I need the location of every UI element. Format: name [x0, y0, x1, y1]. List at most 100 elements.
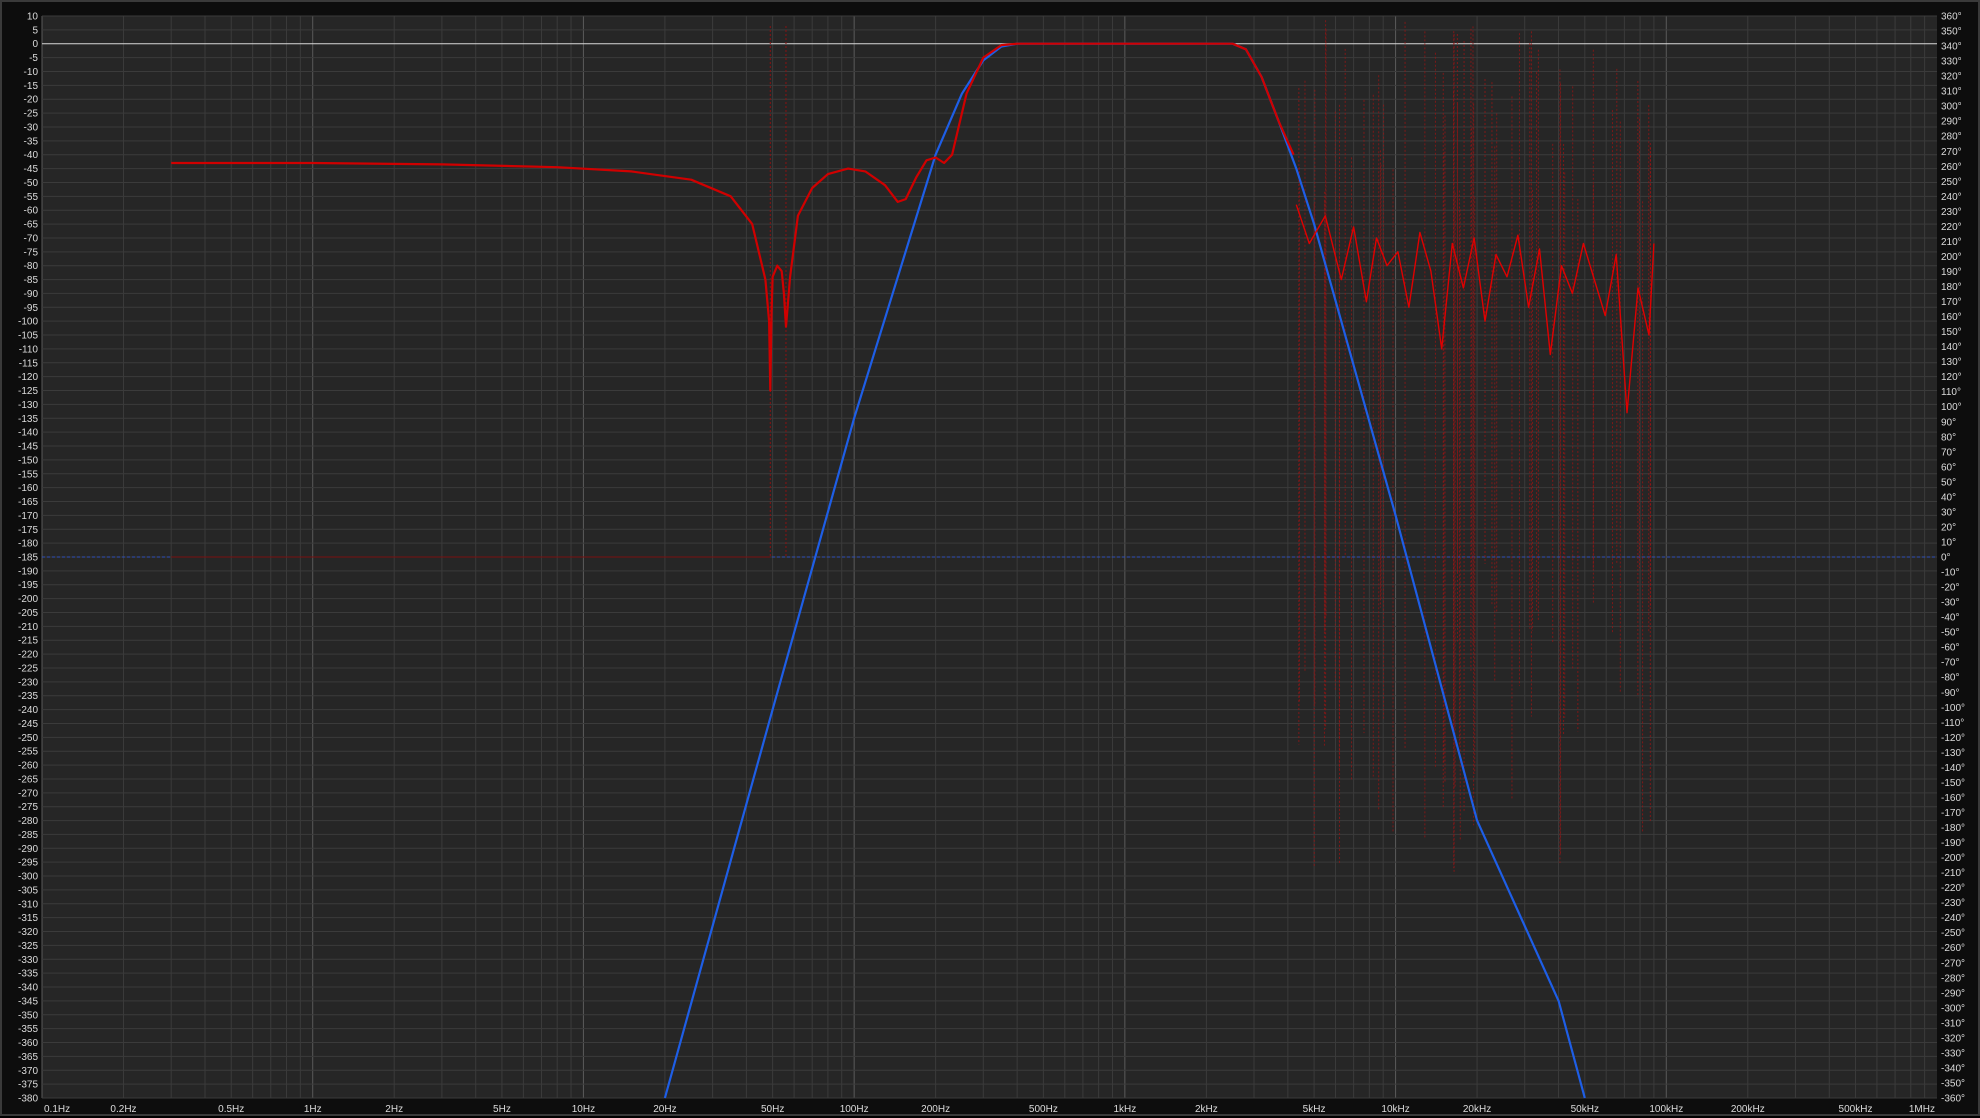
y-tick-label: -75 — [24, 247, 39, 258]
y2-tick-label: -190° — [1941, 838, 1965, 849]
y-tick-label: -250 — [18, 733, 38, 744]
y-tick-label: -105 — [18, 331, 38, 342]
x-tick-label: 20kHz — [1463, 1104, 1491, 1115]
x-tick-label: 5kHz — [1303, 1104, 1326, 1115]
y-tick-label: -270 — [18, 788, 38, 799]
y-axis-left: 10 5 0 -5 -10 -15 -20 -25 -30 -35 -40 -45 -50 -55 -60 -… — [18, 12, 38, 1105]
y2-tick-label: -20° — [1941, 583, 1959, 594]
x-tick-label: 1Hz — [304, 1104, 322, 1115]
x-tick-label: 0.5Hz — [218, 1104, 244, 1115]
y-tick-label: -350 — [18, 1010, 38, 1021]
x-tick-label: 50kHz — [1571, 1104, 1599, 1115]
y2-tick-label: 360° — [1941, 12, 1962, 23]
y-tick-label: -60 — [24, 206, 39, 217]
y2-tick-label: 180° — [1941, 282, 1962, 293]
y2-tick-label: 310° — [1941, 87, 1962, 98]
y2-tick-label: 240° — [1941, 192, 1962, 203]
y-tick-label: -300 — [18, 872, 38, 883]
y-tick-label: -55 — [24, 192, 39, 203]
y2-tick-label: -170° — [1941, 808, 1965, 819]
y2-tick-label: 320° — [1941, 72, 1962, 83]
y2-tick-label: 30° — [1941, 507, 1956, 518]
y-tick-label: -135 — [18, 414, 38, 425]
y-tick-label: -305 — [18, 885, 38, 896]
y2-tick-label: 130° — [1941, 357, 1962, 368]
y-tick-label: -235 — [18, 691, 38, 702]
y-tick-label: -95 — [24, 303, 39, 314]
y-tick-label: -115 — [19, 358, 39, 369]
y2-tick-label: -310° — [1941, 1018, 1965, 1029]
y-tick-label: -170 — [18, 511, 38, 522]
y2-tick-label: -330° — [1941, 1048, 1965, 1059]
y2-tick-label: -160° — [1941, 793, 1965, 804]
y2-tick-label: 120° — [1941, 372, 1962, 383]
y-tick-label: -295 — [18, 858, 38, 869]
y-tick-label: -275 — [18, 802, 38, 813]
y-tick-label: -365 — [18, 1052, 38, 1063]
y-tick-label: -15 — [24, 81, 39, 92]
y-tick-label: -260 — [18, 761, 38, 772]
y-tick-label: -210 — [18, 622, 38, 633]
x-axis: 0.1Hz 0.2Hz 0.5Hz 1Hz 2Hz 5Hz 10Hz 20Hz 50Hz 100H… — [44, 1104, 1935, 1115]
x-tick-label: 100kHz — [1649, 1104, 1683, 1115]
y2-tick-label: 40° — [1941, 492, 1956, 503]
y2-tick-label: 80° — [1941, 432, 1956, 443]
y2-tick-label: -220° — [1941, 883, 1965, 894]
y2-tick-label: 300° — [1941, 102, 1962, 113]
y-tick-label: -325 — [18, 941, 38, 952]
y-tick-label: -380 — [18, 1094, 38, 1105]
y-tick-label: -125 — [18, 386, 38, 397]
y-tick-label: -140 — [18, 428, 38, 439]
y-tick-label: -200 — [18, 594, 38, 605]
y-tick-label: -100 — [18, 317, 38, 328]
frequency-response-chart: 10 5 0 -5 -10 -15 -20 -25 -30 -35 -40 -45 -50 -55 -60 -… — [18, 12, 1965, 1116]
y-tick-label: -330 — [18, 955, 38, 966]
y2-tick-label: -360° — [1941, 1094, 1965, 1105]
y-tick-label: -220 — [18, 650, 38, 661]
y2-tick-label: -250° — [1941, 928, 1965, 939]
y2-tick-label: 190° — [1941, 267, 1962, 278]
y2-tick-label: 20° — [1941, 522, 1956, 533]
y-tick-label: -180 — [18, 539, 38, 550]
y2-tick-label: 60° — [1941, 462, 1956, 473]
y2-tick-label: 170° — [1941, 297, 1962, 308]
y-tick-label: -310 — [18, 899, 38, 910]
x-tick-label: 200Hz — [921, 1104, 950, 1115]
y-tick-label: -25 — [24, 109, 39, 120]
y-tick-label: -190 — [18, 566, 38, 577]
y2-tick-label: -70° — [1941, 658, 1959, 669]
y-tick-label: -320 — [18, 927, 38, 938]
y-tick-label: -120 — [18, 372, 38, 383]
y2-tick-label: -60° — [1941, 643, 1959, 654]
y2-tick-label: 290° — [1941, 117, 1962, 128]
y2-tick-label: 350° — [1941, 27, 1962, 38]
y2-tick-label: 160° — [1941, 312, 1962, 323]
y-axis-right: 360° 350° 340° 330° 320° 310° 300° 290° 280° 270°… — [1941, 12, 1965, 1105]
y-tick-label: -335 — [18, 969, 38, 980]
y2-tick-label: 280° — [1941, 132, 1962, 143]
x-tick-label: 500Hz — [1029, 1104, 1058, 1115]
y2-tick-label: -200° — [1941, 853, 1965, 864]
y2-tick-label: -80° — [1941, 673, 1959, 684]
y-tick-label: -5 — [29, 53, 38, 64]
y-tick-label: 5 — [32, 25, 38, 36]
y2-tick-label: -100° — [1941, 703, 1965, 714]
y-tick-label: -145 — [18, 442, 38, 453]
x-tick-label: 2Hz — [385, 1104, 403, 1115]
y2-tick-label: 90° — [1941, 417, 1956, 428]
x-tick-label: 2kHz — [1195, 1104, 1218, 1115]
y-tick-label: 0 — [32, 39, 38, 50]
y2-tick-label: -300° — [1941, 1003, 1965, 1014]
x-tick-label: 10Hz — [572, 1104, 595, 1115]
y2-tick-label: 10° — [1941, 537, 1956, 548]
x-tick-label: 500kHz — [1839, 1104, 1873, 1115]
y-tick-label: -165 — [18, 497, 38, 508]
y2-tick-label: -40° — [1941, 613, 1959, 624]
chart-frame: 10 5 0 -5 -10 -15 -20 -25 -30 -35 -40 -45 -50 -55 -60 -… — [0, 0, 1980, 1116]
y2-tick-label: -280° — [1941, 973, 1965, 984]
y-tick-label: -155 — [18, 469, 38, 480]
y-tick-label: -230 — [18, 677, 38, 688]
y2-tick-label: 270° — [1941, 147, 1962, 158]
y-tick-label: -315 — [18, 913, 38, 924]
y-tick-label: -30 — [24, 122, 39, 133]
